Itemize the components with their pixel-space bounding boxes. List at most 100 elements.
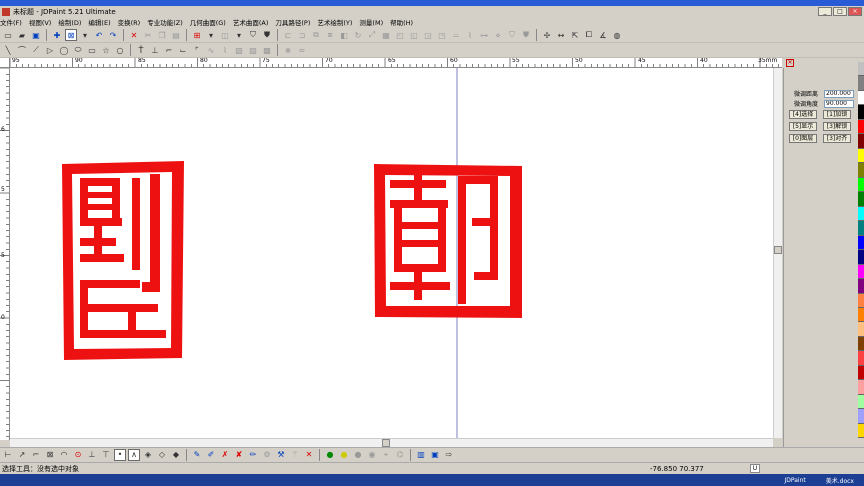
cross-node2-icon[interactable]: ✘ [233, 449, 245, 461]
edit-node-icon[interactable]: ⋇ [282, 44, 294, 56]
tool-icon[interactable]: ⚒ [275, 449, 287, 461]
rotate-icon[interactable]: ↻ [352, 29, 364, 41]
menu-edit[interactable]: 编辑(E) [88, 17, 110, 27]
break-icon[interactable]: ⌇ [464, 29, 476, 41]
open-folder-icon[interactable]: ▰ [16, 29, 28, 41]
star-icon[interactable]: ☆ [100, 44, 112, 56]
snap-cross-icon[interactable]: ⊠ [44, 449, 56, 461]
hatch-icon[interactable]: ▧ [233, 44, 245, 56]
seal-liu-shi[interactable] [62, 161, 184, 360]
ungroup-icon[interactable]: ⧈ [324, 29, 336, 41]
color-palette[interactable] [858, 62, 864, 439]
menu-help[interactable]: 帮助(H) [390, 17, 413, 27]
corner-icon[interactable]: ⌐ [163, 44, 175, 56]
crosshair-icon[interactable]: ✚ [51, 29, 63, 41]
projection-icon[interactable]: ⧠ [583, 29, 595, 41]
panel-close-icon[interactable]: ✕ [786, 59, 794, 67]
color-swatch[interactable] [858, 62, 864, 77]
snap-endpoint-icon[interactable]: ⊢ [2, 449, 14, 461]
zoom-window-icon[interactable]: ⊠ [65, 29, 77, 41]
close-button[interactable]: × [848, 7, 862, 16]
snap-node-icon[interactable]: ∧ [128, 448, 140, 461]
trim-icon[interactable]: ◱ [408, 29, 420, 41]
triangle-icon[interactable]: ▷ [44, 44, 56, 56]
unlock-button[interactable]: [3]解锁 [823, 122, 851, 131]
vertical-scrollbar[interactable] [773, 68, 782, 438]
bulb-off-icon[interactable]: ● [352, 449, 364, 461]
shield-icon[interactable]: ⛉ [247, 29, 259, 41]
color-swatch[interactable] [858, 134, 864, 149]
snap-corner-icon[interactable]: ⌐ [30, 449, 42, 461]
unit-indicator[interactable]: U [750, 464, 760, 473]
section-icon[interactable]: ▨ [247, 44, 259, 56]
group-icon[interactable]: ⧉ [310, 29, 322, 41]
color-swatch[interactable] [858, 206, 864, 222]
select-button[interactable]: [4]选择 [789, 110, 817, 119]
color-swatch[interactable] [858, 307, 864, 323]
offset-icon[interactable]: ◰ [394, 29, 406, 41]
color-swatch[interactable] [858, 322, 864, 337]
delete-icon[interactable]: ✕ [128, 29, 140, 41]
vertical-scroll-thumb[interactable] [774, 246, 782, 254]
bracket-icon[interactable]: ⌜ [191, 44, 203, 56]
corner2-icon[interactable]: ⌙ [177, 44, 189, 56]
minimize-button[interactable]: _ [818, 7, 832, 16]
lock-button[interactable]: [1]加锁 [823, 110, 851, 119]
edit-icon[interactable]: ✏ [247, 449, 259, 461]
snap-perpendicular-icon[interactable]: ⊥ [86, 449, 98, 461]
layer-button[interactable]: [0]图层 [789, 134, 817, 143]
shield-solid-icon[interactable]: ⛊ [520, 29, 532, 41]
bezier-icon[interactable]: ⌇ [219, 44, 231, 56]
surface-icon[interactable]: ◍ [611, 29, 623, 41]
drop-icon[interactable]: ◉ [366, 449, 378, 461]
align-left-icon[interactable]: ⊏ [282, 29, 294, 41]
menu-pro[interactable]: 专业功能(Z) [147, 17, 183, 27]
taskbar-item[interactable]: 美术.docx [826, 476, 854, 485]
arc-icon[interactable]: ⌒ [16, 44, 28, 56]
taskbar-item[interactable]: JDPaint [785, 477, 806, 484]
polygon-icon[interactable]: ○ [114, 44, 126, 56]
grid-icon[interactable]: ⊞ [191, 29, 203, 41]
color-swatch[interactable] [858, 192, 864, 207]
fill-icon[interactable]: ▩ [261, 44, 273, 56]
copy-icon[interactable]: ❐ [156, 29, 168, 41]
text-icon[interactable]: Ť [135, 44, 147, 56]
cut-icon[interactable]: ✂ [142, 29, 154, 41]
snap-arrow-icon[interactable]: ↗ [16, 449, 28, 461]
color-swatch[interactable] [858, 293, 864, 308]
menu-measure[interactable]: 测量(M) [359, 17, 383, 27]
scale-icon[interactable]: ⤢ [366, 29, 378, 41]
color-swatch[interactable] [858, 365, 864, 381]
snap-tangent-icon[interactable]: ⊤ [100, 449, 112, 461]
color-swatch[interactable] [858, 76, 864, 91]
line-icon[interactable]: ╲ [2, 44, 14, 56]
menu-art-surface[interactable]: 艺术曲面(A) [233, 17, 269, 27]
snap-diamond2-icon[interactable]: ◆ [170, 449, 182, 461]
color-swatch[interactable] [858, 105, 864, 120]
undo-icon[interactable]: ↶ [93, 29, 105, 41]
smooth-icon[interactable]: ≈ [296, 44, 308, 56]
color-swatch[interactable] [858, 148, 864, 164]
align-center-icon[interactable]: ⊐ [296, 29, 308, 41]
color-swatch[interactable] [858, 90, 864, 106]
show-button[interactable]: [5]显示 [789, 122, 817, 131]
color-swatch[interactable] [858, 351, 864, 366]
stretch-icon[interactable]: ↔ [555, 29, 567, 41]
color-swatch[interactable] [858, 394, 864, 410]
mirror-icon[interactable]: ◧ [338, 29, 350, 41]
menu-toolpath[interactable]: 刀具路径(P) [275, 17, 310, 27]
image-icon[interactable]: ▣ [429, 449, 441, 461]
circle-icon[interactable]: ◯ [58, 44, 70, 56]
export-icon[interactable]: ⇨ [443, 449, 455, 461]
grid-dropdown-icon[interactable]: ▾ [205, 29, 217, 41]
color-swatch[interactable] [858, 409, 864, 424]
ellipse-icon[interactable]: ⬭ [72, 44, 84, 56]
extend-icon[interactable]: ◲ [422, 29, 434, 41]
snap-arc-icon[interactable]: ◠ [58, 449, 70, 461]
menu-draw[interactable]: 绘制(D) [58, 17, 81, 27]
align-button[interactable]: [3]对齐 [823, 134, 851, 143]
shield-filled-icon[interactable]: ⛊ [261, 29, 273, 41]
fillet-icon[interactable]: ⌓ [450, 29, 462, 41]
horizontal-scroll-thumb[interactable] [382, 439, 390, 447]
shield-outline-icon[interactable]: ⛉ [506, 29, 518, 41]
